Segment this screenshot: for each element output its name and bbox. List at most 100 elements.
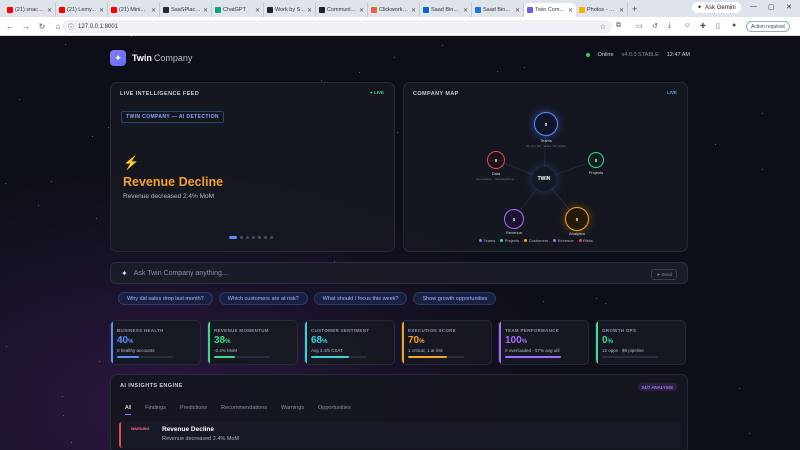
suggestion-chip[interactable]: Which customers are at risk? — [218, 292, 308, 305]
metric-card[interactable]: REVENUE MOMENTUM 38% -2.4% MoM — [207, 320, 298, 365]
map-node-teams[interactable]: 0 — [534, 112, 558, 136]
url-field[interactable]: ⓘ 127.0.0.1:8001 ☆ — [62, 20, 612, 33]
metric-label: EXECUTION SCORE — [408, 328, 457, 333]
tab-close-icon[interactable]: ✕ — [47, 7, 52, 14]
minimize-icon[interactable]: — — [750, 3, 757, 10]
legend-label: Teams — [483, 238, 496, 243]
tab-favicon-icon — [59, 7, 65, 13]
send-button[interactable]: ➤ Send — [651, 269, 677, 280]
feed-page-dot[interactable] — [240, 236, 243, 239]
metric-card[interactable]: CUSTOMER SENTIMENT 68% Avg 3.4/5 CSAT — [304, 320, 395, 365]
feed-page-dot[interactable] — [264, 236, 267, 239]
browser-tab[interactable]: Saad Bin... ✕ — [420, 3, 472, 17]
metric-label: REVENUE MOMENTUM — [214, 328, 269, 333]
tab-close-icon[interactable]: ✕ — [619, 7, 624, 14]
map-node-revenue[interactable]: 0 — [504, 209, 524, 229]
maximize-icon[interactable]: ▢ — [768, 3, 775, 11]
background-star — [99, 361, 100, 362]
tab-close-icon[interactable]: ✕ — [307, 7, 312, 14]
insights-tab[interactable]: Findings — [145, 405, 166, 415]
suggestion-chip[interactable]: Why did sales drop last month? — [118, 292, 213, 305]
map-center-node[interactable]: TWIN — [532, 167, 556, 191]
metric-label: GROWTH OPS — [602, 328, 637, 333]
insights-tab[interactable]: Opportunities — [318, 405, 351, 415]
feed-page-dot[interactable] — [246, 236, 249, 239]
site-info-icon[interactable]: ⓘ — [68, 22, 74, 31]
tab-close-icon[interactable]: ✕ — [411, 7, 416, 14]
tab-favicon-icon — [319, 7, 325, 13]
reload-icon[interactable]: ↻ — [36, 22, 48, 31]
insights-tab[interactable]: All — [125, 405, 132, 415]
browser-tab[interactable]: Saad Bin... ✕ — [472, 3, 524, 17]
action-required-button[interactable]: Action required — [746, 21, 790, 32]
map-node-data[interactable]: 0 — [487, 151, 505, 169]
tab-close-icon[interactable]: ✕ — [255, 7, 260, 14]
map-node-projects[interactable]: 0 — [588, 152, 604, 168]
teams-count: 0 — [544, 121, 548, 127]
map-node-analytics[interactable]: 0 — [565, 207, 589, 231]
browser-tab[interactable]: Twin Com... ✕ — [524, 3, 576, 17]
metric-card[interactable]: BUSINESS HEALTH 40% 0 healthy accounts — [110, 320, 201, 365]
metric-accent — [499, 321, 501, 364]
tab-title: Saad Bin... — [483, 7, 510, 13]
clock: 12:47 AM — [666, 52, 690, 58]
insights-tab[interactable]: Predictions — [180, 405, 207, 415]
send-icon: ➤ — [656, 271, 661, 277]
metric-value: 40% — [117, 335, 133, 346]
legend-item: Risks — [578, 238, 593, 243]
browser-tab[interactable]: Communi... ✕ — [316, 3, 368, 17]
browser-tab[interactable]: Clickworke... ✕ — [368, 3, 420, 17]
downloads-icon[interactable]: ⤓ — [668, 22, 671, 30]
ask-bar[interactable]: ✦ Ask Twin Company anything... ➤ Send — [110, 262, 688, 284]
browser-tab[interactable]: SaaSPlace... ✕ — [160, 3, 212, 17]
tab-close-icon[interactable]: ✕ — [99, 7, 104, 14]
puzzle-icon[interactable]: ✚ — [700, 22, 706, 30]
forward-icon[interactable]: → — [20, 22, 32, 31]
insights-tab[interactable]: Warnings — [281, 405, 304, 415]
tab-close-icon[interactable]: ✕ — [568, 7, 573, 14]
suggestion-chip[interactable]: What should I focus this week? — [313, 292, 408, 305]
close-window-icon[interactable]: ✕ — [786, 3, 792, 11]
map-center-label: TWIN — [537, 176, 551, 182]
avatar-icon[interactable]: ● — [732, 22, 736, 29]
browser-tab[interactable]: (21) Mini... ✕ — [108, 3, 160, 17]
profile-switch-icon[interactable]: ☺ — [684, 22, 691, 29]
metric-card[interactable]: GROWTH OPS 0% 12 opps · $9 pipeline — [595, 320, 686, 365]
tab-close-icon[interactable]: ✕ — [151, 7, 156, 14]
feed-page-dot[interactable] — [229, 236, 237, 239]
feed-page-dot[interactable] — [270, 236, 273, 239]
feed-page-dot[interactable] — [258, 236, 261, 239]
metric-unit: % — [419, 339, 425, 345]
metric-subtext: 1 critical, 1 at risk — [408, 348, 443, 353]
history-icon[interactable]: ↺ — [652, 22, 658, 30]
ask-gemini-button[interactable]: ✦ Ask Gemini — [692, 2, 741, 13]
new-tab-icon[interactable]: + — [632, 4, 637, 14]
metric-progress-track — [117, 356, 173, 358]
tab-favicon-icon — [7, 7, 13, 13]
browser-tab[interactable]: (21) Lemy... ✕ — [56, 3, 108, 17]
tab-close-icon[interactable]: ✕ — [463, 7, 468, 14]
browser-tab[interactable]: Photos - G... ✕ — [576, 3, 628, 17]
tab-close-icon[interactable]: ✕ — [359, 7, 364, 14]
split-view-icon[interactable]: ▯ — [716, 22, 720, 30]
insights-tab[interactable]: Recommendations — [221, 405, 267, 415]
feed-headline: Revenue Decline — [123, 175, 224, 189]
browser-tab[interactable]: ChatGPT ✕ — [212, 3, 264, 17]
back-icon[interactable]: ← — [4, 22, 16, 31]
metric-card[interactable]: TEAM PERFORMANCE 100% 0 overloaded · 57% a… — [498, 320, 589, 365]
metric-card[interactable]: EXECUTION SCORE 70% 1 critical, 1 at risk — [401, 320, 492, 365]
tab-close-icon[interactable]: ✕ — [203, 7, 208, 14]
insight-item[interactable]: WARNING Revenue Decline Revenue decrease… — [119, 422, 681, 448]
suggestion-chip[interactable]: Show growth opportunities — [413, 292, 497, 305]
analytics-label: Analytics — [568, 231, 585, 236]
cast-icon[interactable]: ▭ — [636, 22, 643, 30]
browser-tab[interactable]: (21) snacki... ✕ — [4, 3, 56, 17]
ask-input[interactable]: Ask Twin Company anything... — [134, 270, 228, 277]
extensions-icon[interactable]: ⧉ — [616, 22, 621, 30]
metric-progress-fill — [311, 356, 350, 358]
tab-close-icon[interactable]: ✕ — [515, 7, 520, 14]
background-star — [65, 44, 66, 45]
browser-tab[interactable]: Work by S... ✕ — [264, 3, 316, 17]
feed-page-dot[interactable] — [252, 236, 255, 239]
bookmark-star-icon[interactable]: ☆ — [600, 23, 606, 31]
